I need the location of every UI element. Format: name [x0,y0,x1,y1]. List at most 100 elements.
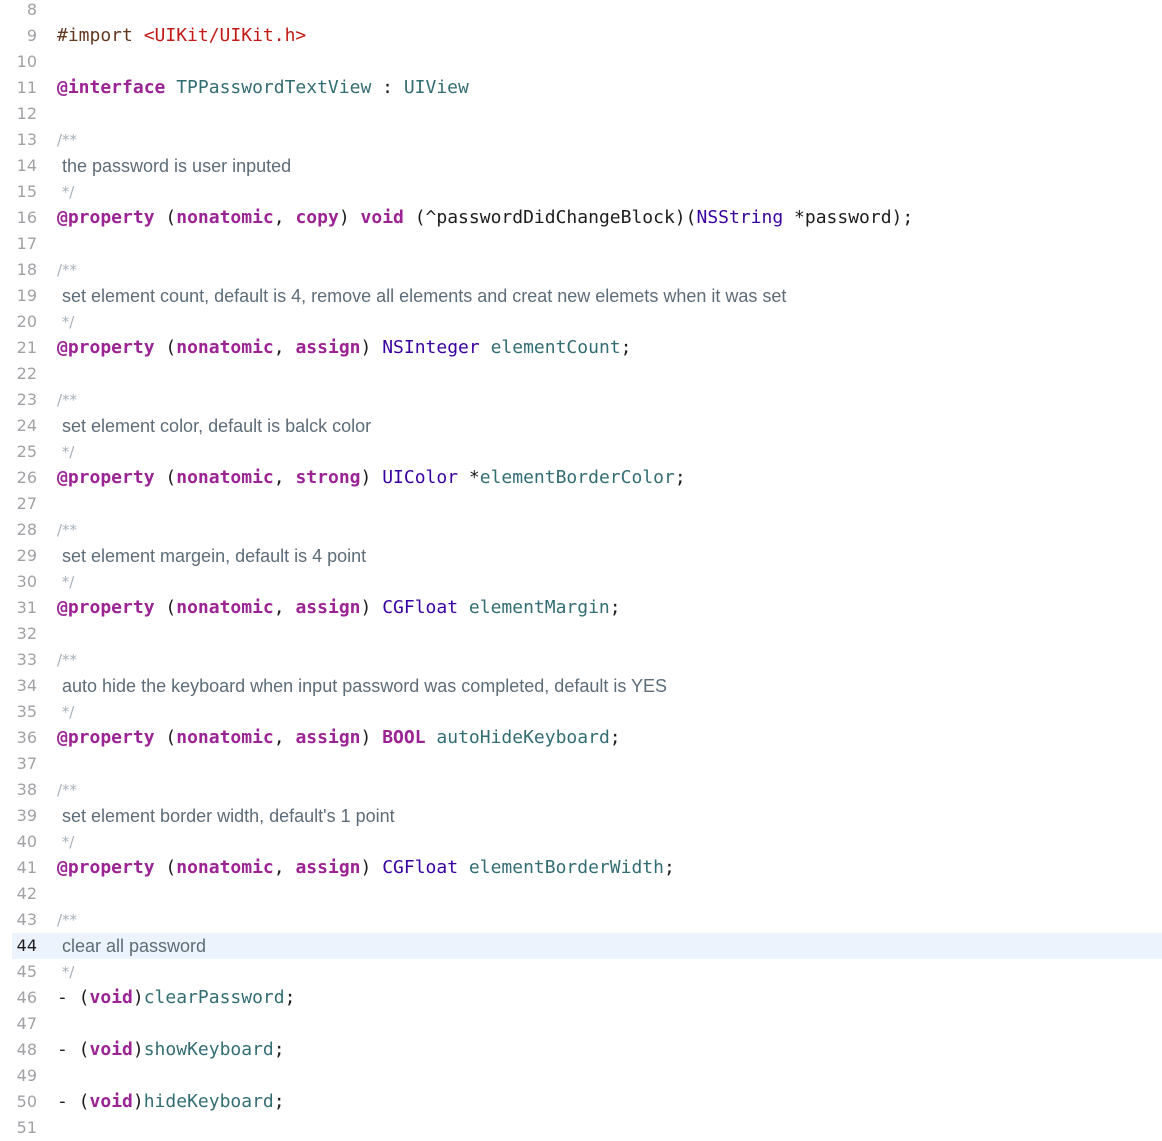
code-line[interactable]: 27 [0,491,1162,517]
code-token: */ [57,183,75,201]
code-line[interactable]: 15 */ [0,179,1162,205]
code-line-current[interactable]: 44 clear all password [12,933,1162,959]
code-line[interactable]: 16 @property (nonatomic, copy) void (^pas… [0,205,1162,231]
line-number: 23 [16,390,37,409]
code-line[interactable]: 23 /** [0,387,1162,413]
code-token: ; [663,857,675,878]
code-line[interactable]: 21 @property (nonatomic, assign) NSIntege… [0,335,1162,361]
code-line[interactable]: 35 */ [0,699,1162,725]
code-token: *password); [783,207,914,228]
code-token: set element count, default is 4, remove … [57,286,787,306]
code-line[interactable]: 25 */ [0,439,1162,465]
code-token: hideKeyboard [143,1091,274,1112]
code-line[interactable]: 24 set element color, default is balck c… [0,413,1162,439]
code-line[interactable]: 39 set element border width, default's 1… [0,803,1162,829]
code-token: /** [57,131,78,149]
code-token: */ [57,313,75,331]
code-token: (^passwordDidChangeBlock)( [403,207,697,228]
code-text: - (void)hideKeyboard; [57,1089,285,1115]
code-line[interactable]: 47 [0,1011,1162,1037]
code-line[interactable]: 14 the password is user inputed [0,153,1162,179]
code-line[interactable]: 13 /** [0,127,1162,153]
line-number: 29 [16,546,37,565]
code-token: elementMargin [468,597,610,618]
code-line[interactable]: 30 */ [0,569,1162,595]
code-line[interactable]: 29 set element margein, default is 4 poi… [0,543,1162,569]
code-text: set element border width, default's 1 po… [57,803,395,830]
code-token: /** [57,781,78,799]
code-line[interactable]: 34 auto hide the keyboard when input pas… [0,673,1162,699]
code-text: */ [57,179,75,205]
code-line[interactable]: 45 */ [0,959,1162,985]
line-number: 14 [16,156,37,175]
code-text: auto hide the keyboard when input passwo… [57,673,667,700]
code-text: @property (nonatomic, strong) UIColor *e… [57,465,686,491]
code-token: assign [295,597,361,618]
code-editor[interactable]: 8 9 #import <UIKit/UIKit.h> 10 11 @interface … [0,0,1162,1141]
code-line[interactable]: 17 [0,231,1162,257]
code-line[interactable]: 11 @interface TPPasswordTextView : UIView [0,75,1162,101]
code-token: nonatomic [176,597,274,618]
code-line[interactable]: 41 @property (nonatomic, assign) CGFloat … [0,855,1162,881]
code-line[interactable]: 36 @property (nonatomic, assign) BOOL aut… [0,725,1162,751]
code-line[interactable]: 12 [0,101,1162,127]
code-line[interactable]: 40 */ [0,829,1162,855]
code-token: elementBorderColor [479,467,675,488]
line-number: 27 [16,494,37,513]
code-text: - (void)clearPassword; [57,985,295,1011]
code-line[interactable]: 46 - (void)clearPassword; [0,985,1162,1011]
code-line[interactable]: 10 [0,49,1162,75]
code-token: ) [338,207,361,228]
code-token: auto hide the keyboard when input passwo… [57,676,668,696]
code-line[interactable]: 42 [0,881,1162,907]
code-line[interactable]: 48 - (void)showKeyboard; [0,1037,1162,1063]
code-token: set element border width, default's 1 po… [57,806,395,826]
code-token: showKeyboard [143,1039,274,1060]
code-line[interactable]: 43 /** [0,907,1162,933]
code-text: set element margein, default is 4 point [57,543,366,570]
code-token: elementBorderWidth [468,857,664,878]
code-line[interactable]: 37 [0,751,1162,777]
code-token: @property [57,727,155,748]
code-token: elementCount [490,337,621,358]
code-line[interactable]: 33 /** [0,647,1162,673]
code-line[interactable]: 49 [0,1063,1162,1089]
line-number: 47 [16,1014,37,1033]
line-number: 28 [16,520,37,539]
code-text: */ [57,569,75,595]
code-token: set element color, default is balck colo… [57,416,372,436]
code-line[interactable]: 31 @property (nonatomic, assign) CGFloat … [0,595,1162,621]
code-line[interactable]: 8 [0,0,1162,23]
code-token: /** [57,911,78,929]
code-token: @property [57,207,155,228]
code-token: ( [154,597,177,618]
code-line[interactable]: 38 /** [0,777,1162,803]
line-number: 40 [16,832,37,851]
code-text: clear all password [57,933,206,960]
code-line[interactable]: 26 @property (nonatomic, strong) UIColor … [0,465,1162,491]
code-text: /** [57,907,77,933]
code-text: /** [57,517,77,543]
code-token: : [371,77,404,98]
code-line[interactable]: 18 /** [0,257,1162,283]
code-line[interactable]: 22 [0,361,1162,387]
code-token: set element margein, default is 4 point [57,546,367,566]
line-number: 21 [16,338,37,357]
code-line[interactable]: 9 #import <UIKit/UIKit.h> [0,23,1162,49]
code-token: nonatomic [176,467,274,488]
code-token: , [273,337,296,358]
code-text: */ [57,959,75,985]
code-line[interactable]: 20 */ [0,309,1162,335]
code-line[interactable]: 50 - (void)hideKeyboard; [0,1089,1162,1115]
code-line[interactable]: 28 /** [0,517,1162,543]
code-token: */ [57,833,75,851]
code-text: - (void)showKeyboard; [57,1037,285,1063]
code-line[interactable]: 32 [0,621,1162,647]
line-number: 38 [16,780,37,799]
code-line[interactable]: 19 set element count, default is 4, remo… [0,283,1162,309]
code-token: UIView [403,77,469,98]
code-text: @interface TPPasswordTextView : UIView [57,75,469,101]
code-token: ) [132,987,144,1008]
code-line[interactable]: 51 [0,1115,1162,1141]
